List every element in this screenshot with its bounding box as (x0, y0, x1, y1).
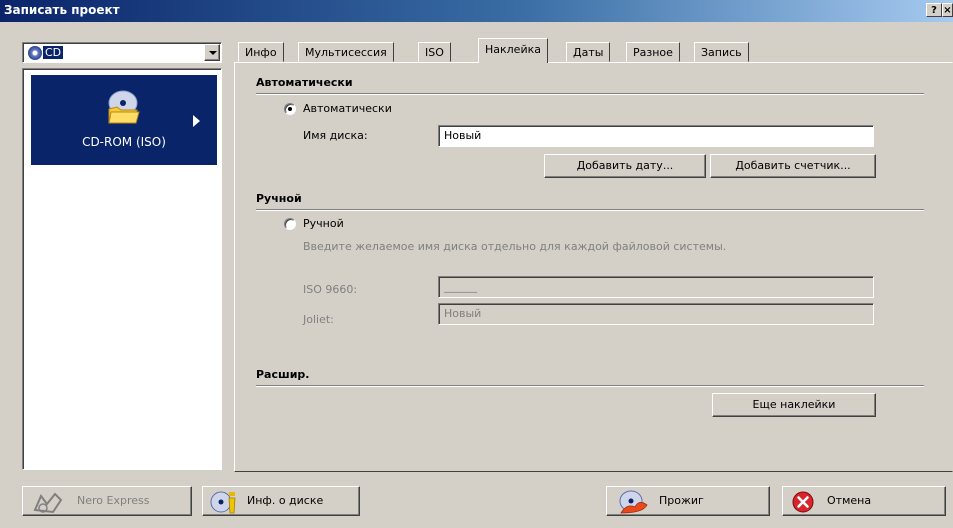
device-select-value: CD (43, 46, 64, 59)
add-date-button-label: Добавить дату... (576, 159, 674, 172)
nero-express-label: Nero Express (77, 494, 150, 507)
selection-arrow-icon (193, 115, 200, 127)
tab-misc[interactable]: Разное (626, 42, 680, 62)
manual-description: Введите желаемое имя диска отдельно для … (303, 240, 727, 253)
section-header-manual: Ручной (256, 192, 302, 205)
iso-9660-input[interactable]: ______ (438, 276, 874, 298)
tab-iso[interactable]: ISO (418, 42, 451, 62)
tab-label[interactable]: Наклейка (478, 38, 548, 63)
nero-express-button[interactable]: Nero Express (22, 486, 192, 516)
tab-dates[interactable]: Даты (566, 42, 611, 62)
window-title: Записать проект (4, 3, 120, 17)
disc-name-input[interactable]: Новый (438, 125, 874, 147)
title-bar: Записать проект ? × (0, 0, 953, 22)
list-item-cdrom-iso[interactable]: CD-ROM (ISO) (31, 75, 217, 165)
disc-info-button[interactable]: Инф. о диске (202, 486, 360, 516)
disc-info-label: Инф. о диске (247, 494, 324, 507)
section-header-advanced: Расшир. (256, 368, 310, 381)
burn-button[interactable]: Прожиг (606, 486, 770, 516)
cancel-icon (792, 491, 814, 513)
section-header-auto: Автоматически (256, 76, 353, 89)
device-select[interactable]: CD (22, 42, 222, 63)
tab-burn[interactable]: Запись (694, 42, 749, 62)
radio-manual-label: Ручной (303, 217, 344, 230)
close-button[interactable]: × (942, 3, 953, 17)
disc-info-icon (210, 491, 236, 514)
joliet-label: Joliet: (303, 313, 334, 326)
list-item-label: CD-ROM (ISO) (82, 135, 166, 149)
divider (256, 385, 924, 387)
disc-name-label: Имя диска: (303, 129, 368, 142)
cancel-label: Отмена (827, 494, 872, 507)
divider (256, 93, 924, 95)
joliet-input[interactable]: Новый (438, 303, 874, 325)
radio-auto-label: Автоматически (303, 102, 392, 115)
more-labels-button[interactable]: Еще наклейки (712, 393, 876, 417)
add-date-button[interactable]: Добавить дату... (544, 154, 706, 178)
divider (256, 209, 924, 211)
nero-express-icon (33, 492, 63, 514)
cd-disc-icon (28, 46, 42, 60)
chevron-down-icon[interactable] (204, 44, 220, 61)
tab-info[interactable]: Инфо (238, 42, 284, 62)
radio-auto[interactable] (284, 103, 296, 115)
add-counter-button[interactable]: Добавить счетчик... (710, 154, 876, 178)
iso-9660-label: ISO 9660: (303, 283, 358, 296)
help-button[interactable]: ? (926, 3, 942, 17)
cd-folder-icon (108, 90, 140, 124)
more-labels-button-label: Еще наклейки (752, 398, 836, 411)
radio-manual[interactable] (284, 218, 296, 230)
cancel-button[interactable]: Отмена (782, 486, 946, 516)
add-counter-button-label: Добавить счетчик... (735, 159, 851, 172)
burn-label: Прожиг (659, 494, 704, 507)
project-type-list[interactable]: CD-ROM (ISO) (22, 68, 222, 470)
burn-icon (619, 490, 648, 514)
tab-multisession[interactable]: Мультисессия (298, 42, 394, 62)
